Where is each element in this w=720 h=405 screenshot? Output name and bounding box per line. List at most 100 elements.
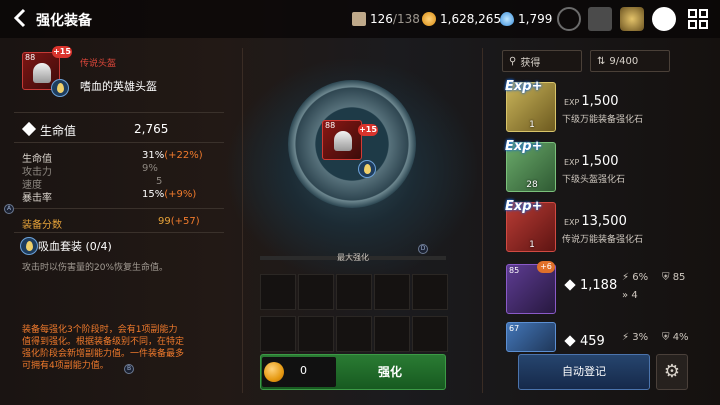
stamina-value: 126 [370, 12, 393, 26]
gear-item[interactable]: 85 +6 [506, 261, 556, 314]
inventory-capacity[interactable]: ⇅ 9/400 [590, 50, 670, 72]
heart-icon [564, 279, 576, 291]
material-item[interactable]: Exp+ 28 [505, 139, 556, 192]
material-desc: 下级万能装备强化石 [562, 115, 644, 125]
back-arrow-icon[interactable] [12, 8, 28, 28]
event-icon[interactable] [620, 7, 644, 31]
material-item[interactable]: Exp+ 1 [505, 199, 556, 252]
material-exp-value: 1,500 [581, 154, 619, 169]
crossed-swords-icon[interactable] [557, 7, 581, 31]
divider [14, 112, 224, 113]
settings-button[interactable]: ⚙ [656, 354, 688, 390]
stamina-max: /138 [392, 12, 420, 26]
filter-label: 获得 [520, 57, 541, 69]
note-line: 值得到强化。根据装备级别不同，在特定 [22, 337, 185, 347]
gear-main-stat: 1,188 [564, 278, 617, 293]
item-rarity: 传说头盔 [80, 59, 117, 69]
material-slot[interactable] [374, 274, 410, 310]
divider [14, 232, 224, 233]
slot-level: 88 [325, 121, 336, 130]
heart-icon [564, 335, 576, 347]
item-level: 88 [25, 53, 36, 62]
capacity-value: 9/400 [609, 55, 639, 67]
helmet-icon [334, 131, 352, 151]
anchor-marker-icon: A [4, 204, 14, 214]
material-slot[interactable] [374, 316, 410, 352]
guild-icon[interactable] [588, 7, 612, 31]
gold-counter: 1,628,265 [422, 11, 501, 27]
slot-plus-badge: +15 [358, 124, 378, 136]
material-slot[interactable] [336, 316, 372, 352]
material-slot[interactable] [412, 274, 448, 310]
sub-stat-value: 9% [142, 163, 158, 174]
auto-register-button[interactable]: 自动登记 [518, 354, 650, 390]
note-line: 装备每强化3个阶段时，会有1项副能力 [22, 325, 178, 335]
gear-sub-value: 3% [632, 332, 649, 343]
score-bonus: (+57) [170, 216, 200, 227]
helmet-icon [33, 63, 51, 83]
material-desc: 下级头盔强化石 [562, 175, 626, 185]
page-title: 强化装备 [36, 13, 92, 29]
chat-icon[interactable] [652, 7, 676, 31]
crit-icon: ⚡ [622, 272, 630, 283]
gear-item[interactable]: 67 [506, 322, 556, 352]
set-name-text: 吸血套装 [38, 240, 82, 253]
material-item[interactable]: Exp+ 1 [505, 79, 556, 132]
shield-icon: ⛨ [662, 272, 670, 283]
gear-sub-stat: ⛨ 85 [662, 272, 685, 283]
anchor-marker-icon: B [124, 364, 134, 374]
vampire-set-icon [51, 79, 69, 97]
crystal-value: 1,799 [518, 12, 553, 26]
divider [242, 48, 243, 393]
enhance-button-label[interactable]: 强化 [340, 363, 440, 380]
sub-stat-bonus: (+22%) [164, 150, 203, 161]
main-stat-value: 2,765 [134, 122, 169, 136]
material-desc: 传说万能装备强化石 [562, 235, 644, 245]
material-slot[interactable] [336, 274, 372, 310]
item-name: 嗜血的英雄头盔 [80, 80, 157, 93]
gear-level: 67 [509, 324, 520, 333]
gear-main-value: 1,188 [580, 278, 618, 293]
set-description: 攻击时以伤害量的20%恢复生命值。 [22, 263, 169, 273]
filter-icon: ⚲ [509, 55, 517, 67]
material-exp-value: 13,500 [581, 214, 627, 229]
gear-icon: ⚙ [663, 361, 681, 382]
enhance-note: 装备每强化3个阶段时，会有1项副能力 值得到强化。根据装备级别不同，在特定 强化… [22, 324, 222, 372]
gear-level: 85 [509, 266, 520, 275]
shield-icon: ⛨ [662, 332, 670, 343]
material-slot[interactable] [412, 316, 448, 352]
menu-grid-icon[interactable] [686, 7, 710, 31]
enhance-cost: 0 [300, 364, 307, 377]
divider [482, 48, 483, 393]
stamina-icon [352, 12, 366, 26]
main-stat-label: 生命值 [40, 124, 77, 138]
material-slot[interactable] [298, 274, 334, 310]
material-count: 1 [529, 120, 535, 130]
gear-sub-stat: ⚡ 3% [622, 332, 648, 343]
gear-main-value: 459 [580, 334, 605, 349]
material-exp: EXP 13,500 [564, 214, 627, 229]
gear-sub-value: 85 [672, 272, 686, 283]
sub-stat-name: 暴击率 [22, 193, 52, 204]
score-label: 装备分数 [22, 220, 62, 231]
score-value: 99 [158, 216, 171, 227]
material-slot[interactable] [260, 316, 296, 352]
crystal-icon [500, 12, 514, 26]
sort-icon: ⇅ [597, 55, 606, 67]
gear-score: 装备分数 99(+57) [22, 216, 212, 231]
gear-main-stat: 459 [564, 334, 605, 349]
gear-sub-stat: » 4 [622, 290, 638, 301]
material-slot[interactable] [260, 274, 296, 310]
note-line: 强化阶段会新增副能力值。一件装备最多 [22, 349, 185, 359]
material-slot[interactable] [298, 316, 334, 352]
gold-coin-icon [264, 362, 284, 382]
stamina-counter: 126 /138 [352, 11, 420, 27]
gear-plus-badge: +6 [537, 261, 555, 273]
sub-stat-value: 31% [142, 150, 165, 161]
selected-item-slot[interactable]: 88 [322, 120, 362, 160]
exp-badge: Exp+ [505, 79, 543, 94]
material-exp-value: 1,500 [581, 94, 619, 109]
filter-dropdown[interactable]: ⚲ 获得 [502, 50, 582, 72]
sub-stat-value: 5 [156, 176, 163, 187]
crystal-counter: 1,799 [500, 11, 552, 27]
